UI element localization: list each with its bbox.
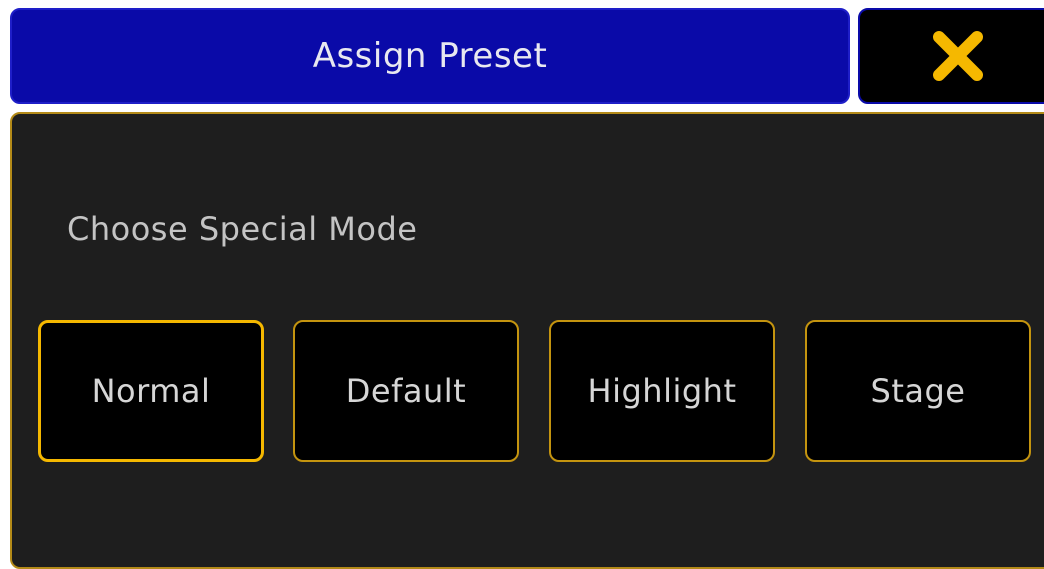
mode-button-normal[interactable]: Normal	[38, 320, 264, 462]
choose-mode-prompt: Choose Special Mode	[67, 210, 418, 248]
mode-label: Default	[345, 372, 467, 410]
mode-label: Stage	[870, 372, 966, 410]
dialog-title: Assign Preset	[312, 36, 548, 76]
close-button[interactable]	[858, 8, 1044, 104]
dialog-body: Choose Special Mode Normal Default Highl…	[10, 112, 1044, 569]
assign-preset-dialog: Assign Preset Choose Special Mode Normal…	[0, 0, 1044, 569]
mode-button-default[interactable]: Default	[293, 320, 519, 462]
close-x-icon	[931, 29, 985, 83]
mode-label: Highlight	[587, 372, 737, 410]
mode-button-stage[interactable]: Stage	[805, 320, 1031, 462]
mode-button-highlight[interactable]: Highlight	[549, 320, 775, 462]
dialog-title-bar: Assign Preset	[10, 8, 850, 104]
mode-label: Normal	[91, 372, 211, 410]
